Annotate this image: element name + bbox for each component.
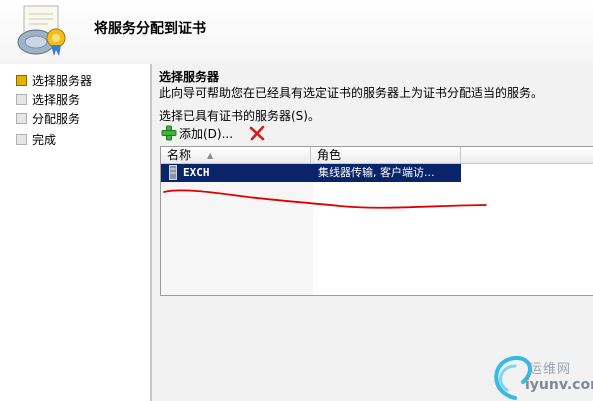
- step-select-services[interactable]: 选择服务: [16, 91, 80, 109]
- wizard-header: 将服务分配到证书: [0, 0, 593, 65]
- step-indicator-icon: [16, 75, 27, 86]
- green-plus-icon: [161, 125, 177, 141]
- step-indicator-icon: [16, 113, 27, 124]
- section-title: 选择服务器: [159, 70, 220, 84]
- step-finish[interactable]: 完成: [16, 131, 56, 149]
- step-label: 选择服务: [32, 93, 81, 107]
- step-assign-services[interactable]: 分配服务: [16, 110, 80, 128]
- column-header-role[interactable]: 角色: [311, 147, 461, 163]
- list-header: 名称 ▲ 角色: [161, 147, 593, 164]
- step-indicator-icon: [16, 134, 27, 145]
- step-label: 完成: [32, 133, 57, 147]
- certificate-server-icon: [17, 5, 66, 56]
- watermark-text-url: iyunv.com: [525, 377, 593, 393]
- step-label: 选择服务器: [32, 74, 93, 88]
- watermark-text-cn: 运维网: [529, 362, 572, 377]
- step-indicator-icon: [16, 94, 27, 105]
- column-name-label: 名称: [167, 148, 192, 162]
- add-button-label: 添加(D)...: [179, 126, 234, 141]
- wizard-steps: 选择服务器 选择服务 分配服务 完成: [0, 64, 150, 401]
- step-select-server[interactable]: 选择服务器: [16, 72, 92, 90]
- red-underline-annotation: [163, 189, 487, 209]
- server-list[interactable]: 名称 ▲ 角色 EXCH 集线器传输, 客户端访...: [160, 146, 593, 296]
- column-header-name[interactable]: 名称 ▲: [161, 147, 311, 163]
- step-label: 分配服务: [32, 112, 81, 126]
- red-x-icon[interactable]: [249, 125, 265, 141]
- list-toolbar: 添加(D)...: [161, 124, 281, 142]
- server-list-label: 选择已具有证书的服务器(S)。: [159, 109, 320, 123]
- add-server-button[interactable]: 添加(D)...: [161, 124, 233, 142]
- column-role-label: 角色: [317, 148, 342, 162]
- section-description: 此向导可帮助您在已经具有选定证书的服务器上为证书分配适当的服务。: [159, 86, 544, 100]
- sort-ascending-icon: ▲: [207, 151, 214, 160]
- wizard-title: 将服务分配到证书: [94, 21, 206, 37]
